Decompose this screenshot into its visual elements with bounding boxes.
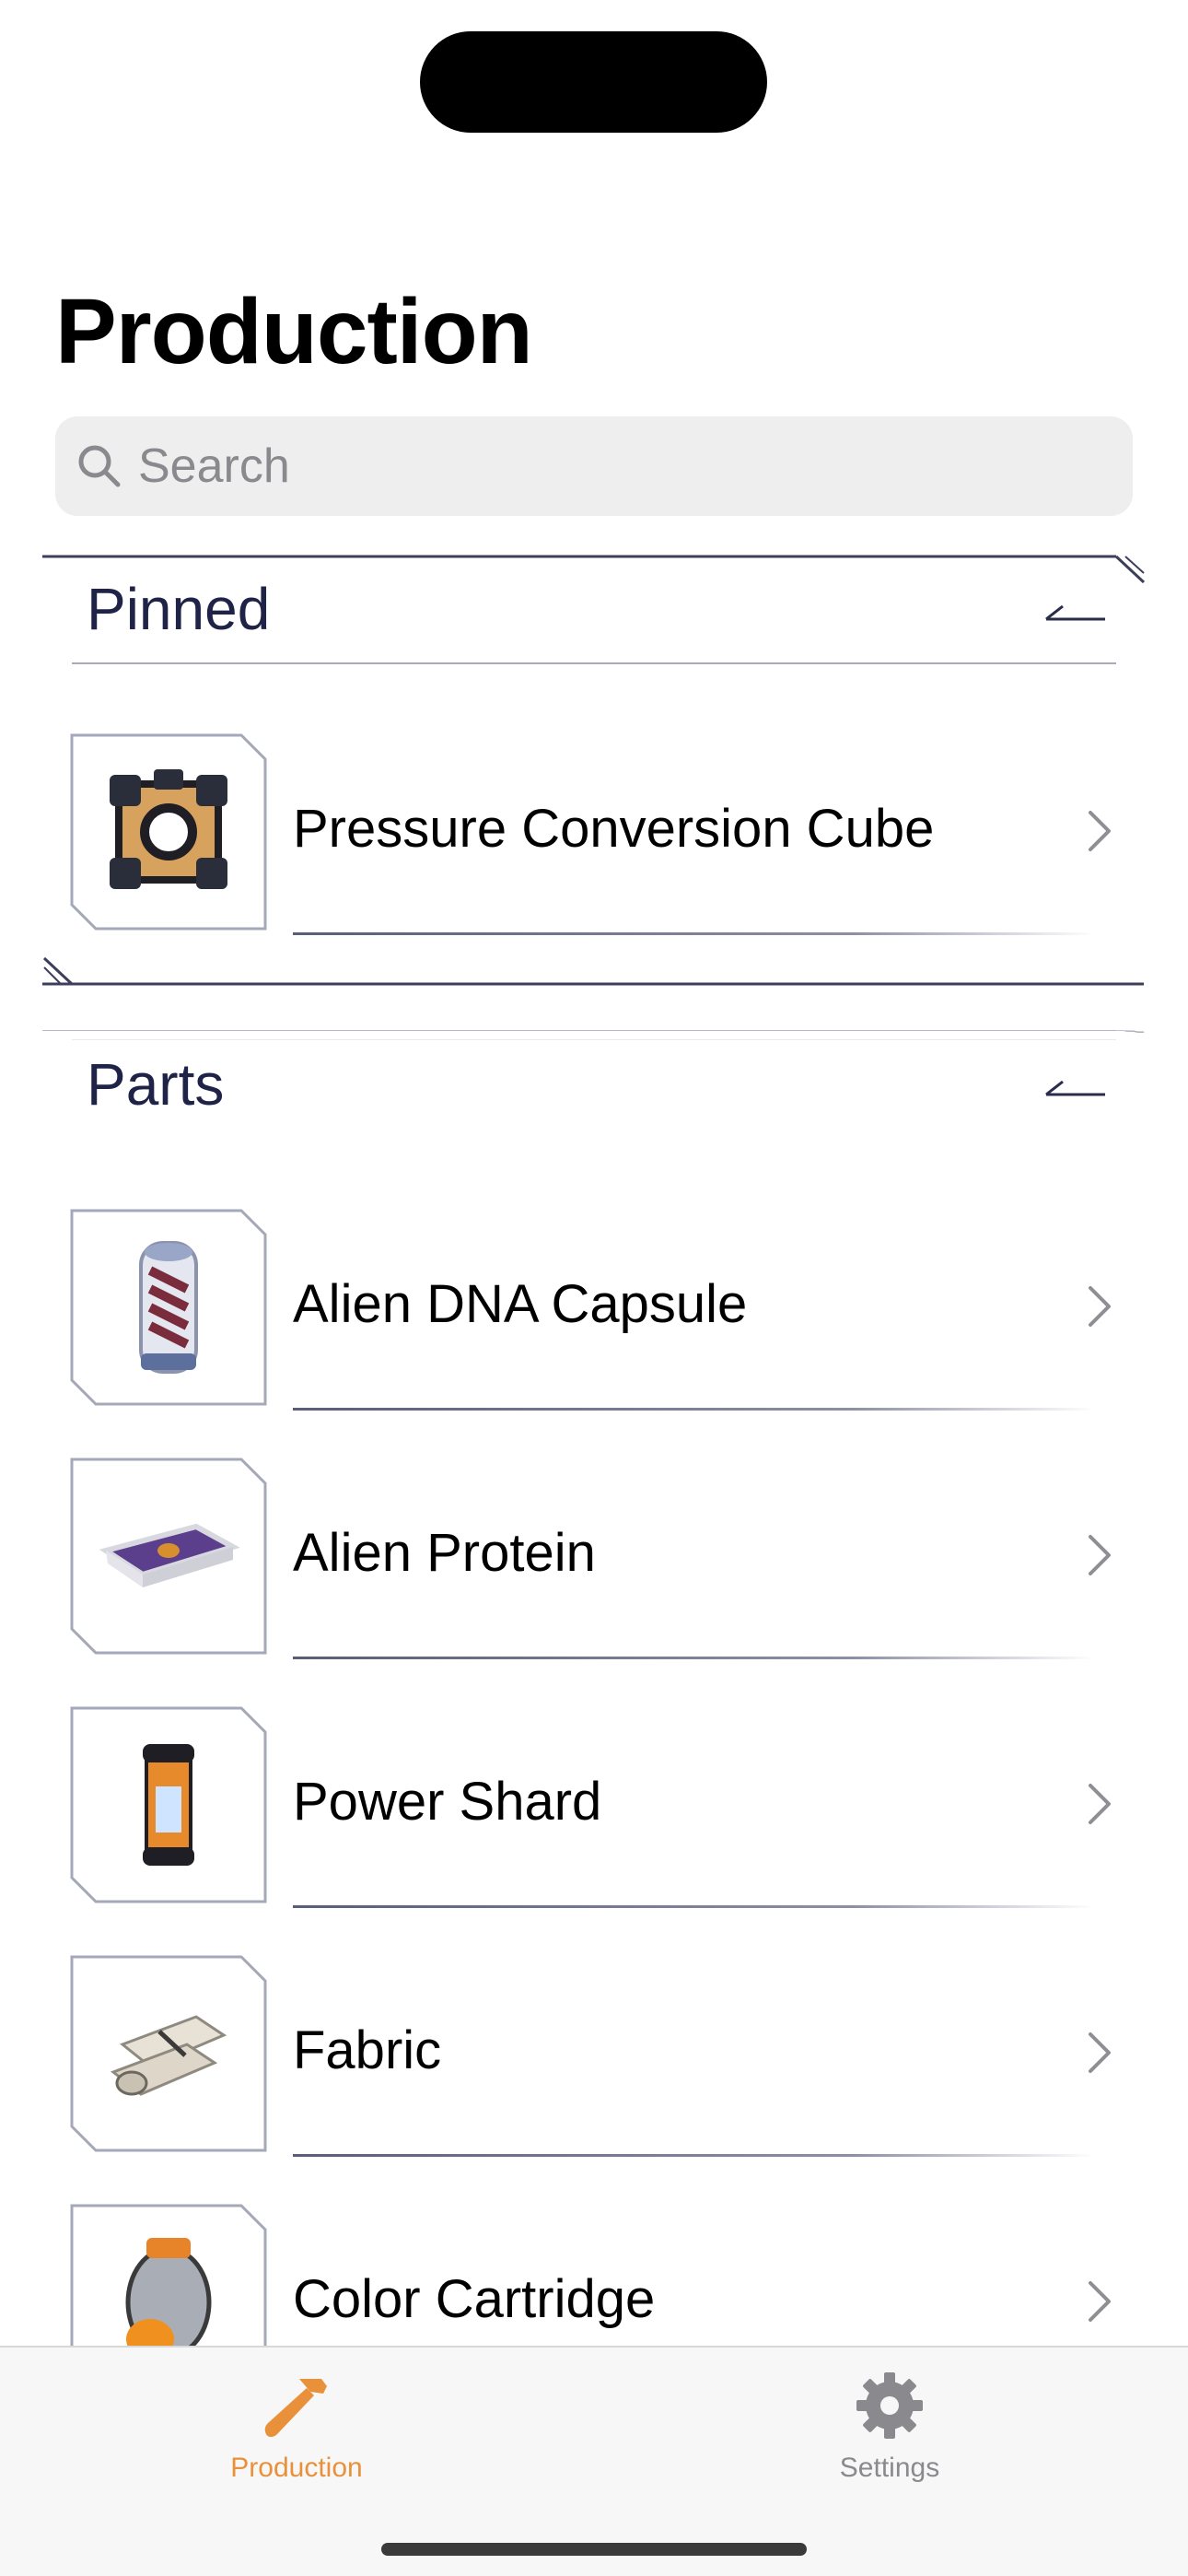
pressure-cube-icon — [110, 769, 227, 889]
item-thumbnail — [70, 733, 267, 931]
item-label: Color Cartridge — [293, 2269, 656, 2329]
row-divider — [293, 932, 1094, 935]
tab-label: Production — [230, 2453, 363, 2483]
item-thumbnail — [70, 1209, 267, 1406]
item-label: Power Shard — [293, 1772, 602, 1832]
section-title-parts: Parts — [87, 1051, 225, 1118]
item-thumbnail — [70, 1955, 267, 2152]
chevron-right-icon — [1089, 2032, 1111, 2073]
item-label: Pressure Conversion Cube — [293, 799, 935, 859]
search-bar[interactable] — [55, 416, 1133, 516]
row-divider — [293, 1657, 1094, 1659]
collapse-icon[interactable] — [1042, 601, 1109, 628]
hammer-icon — [264, 2379, 327, 2437]
gear-icon — [856, 2372, 923, 2439]
collapse-icon[interactable] — [1042, 1076, 1109, 1104]
tab-production[interactable]: Production — [158, 2366, 435, 2484]
list-item[interactable]: Alien Protein — [0, 1439, 1188, 1688]
search-icon — [78, 445, 121, 487]
list-item[interactable]: Alien DNA Capsule — [0, 1190, 1188, 1439]
home-indicator[interactable] — [381, 2543, 807, 2556]
chevron-right-icon — [1089, 2281, 1111, 2322]
list-item[interactable]: Fabric — [0, 1937, 1188, 2185]
section-parts: Parts Alien DNA Capsule Alien Protein Po… — [0, 1030, 1188, 2401]
row-divider — [293, 1905, 1094, 1908]
tab-label: Settings — [839, 2453, 940, 2483]
page-title: Production — [55, 280, 533, 383]
power-shard-icon — [143, 1744, 194, 1866]
alien-protein-icon — [99, 1523, 240, 1587]
item-thumbnail — [70, 1706, 267, 1903]
chevron-right-icon — [1089, 1286, 1111, 1327]
list-item[interactable]: Power Shard — [0, 1688, 1188, 1937]
dna-capsule-icon — [139, 1241, 198, 1374]
fabric-icon — [111, 2015, 227, 2096]
chevron-right-icon — [1089, 1784, 1111, 1824]
row-divider — [293, 1408, 1094, 1411]
search-input[interactable] — [138, 439, 1059, 494]
tab-bar: Production Settings — [0, 2346, 1188, 2576]
list-item[interactable]: Pressure Conversion Cube — [0, 715, 1188, 964]
row-divider — [293, 2154, 1094, 2157]
dynamic-island — [420, 31, 767, 133]
item-label: Alien DNA Capsule — [293, 1274, 748, 1334]
item-label: Alien Protein — [293, 1523, 596, 1583]
section-title-pinned: Pinned — [87, 576, 271, 642]
section-pinned: Pinned Pressure Conversion Cube — [0, 555, 1188, 988]
chevron-right-icon — [1089, 811, 1111, 851]
tab-settings[interactable]: Settings — [751, 2366, 1028, 2484]
chevron-right-icon — [1089, 1535, 1111, 1575]
item-label: Fabric — [293, 2020, 442, 2080]
item-thumbnail — [70, 1458, 267, 1655]
